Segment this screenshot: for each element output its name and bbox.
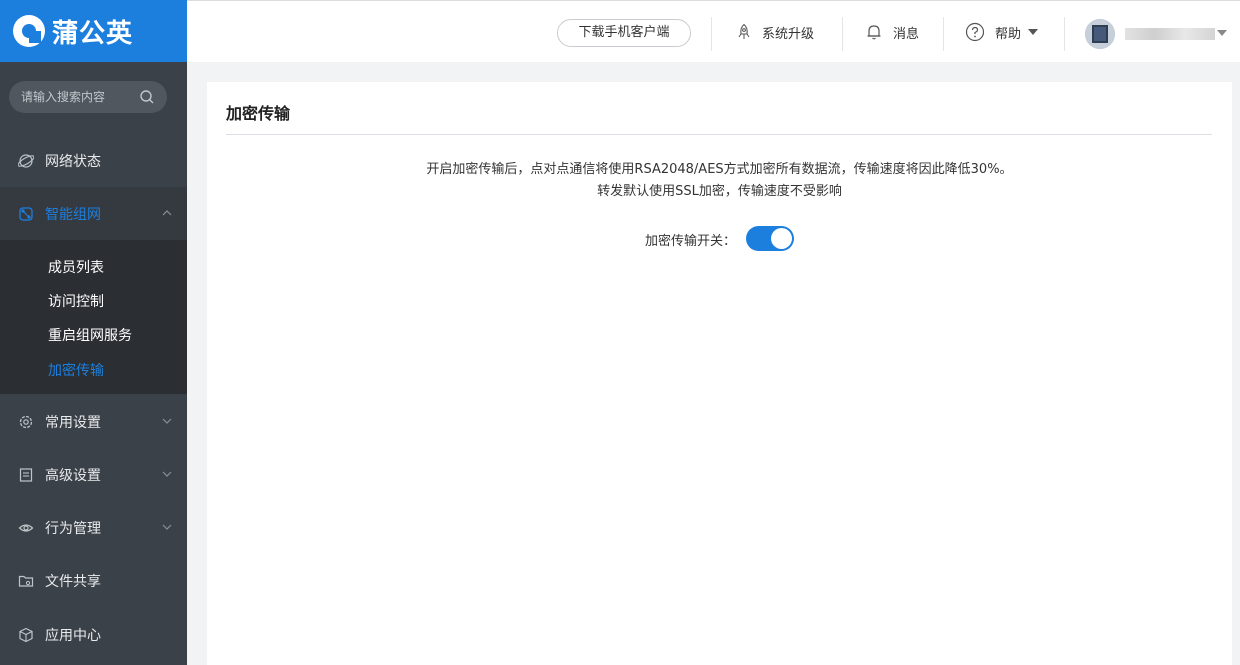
brand-name: 蒲公英 xyxy=(52,18,134,49)
help-label: 帮助 xyxy=(995,26,1022,42)
bell-icon xyxy=(867,25,881,40)
sidebar-item-label: 智能组网 xyxy=(45,206,101,223)
folder-icon xyxy=(18,573,34,589)
avatar[interactable] xyxy=(1085,19,1115,49)
chevron-down-icon xyxy=(162,471,172,477)
globe-icon xyxy=(18,153,34,169)
divider xyxy=(711,17,712,51)
sidebar-search xyxy=(9,81,167,113)
search-icon[interactable] xyxy=(139,89,155,105)
sidebar-item-file-sharing[interactable]: 文件共享 xyxy=(0,554,187,607)
main-card: 加密传输 开启加密传输后，点对点通信将使用RSA2048/AES方式加密所有数据… xyxy=(207,82,1232,665)
download-app-button[interactable]: 下载手机客户端 xyxy=(557,19,691,47)
brand-logo[interactable]: 蒲公英 xyxy=(0,0,187,62)
cube-icon xyxy=(18,627,34,643)
system-upgrade-button[interactable]: 系统升级 xyxy=(736,1,814,63)
messages-button[interactable]: 消息 xyxy=(865,1,919,63)
sidebar-item-smart-network[interactable]: 智能组网 xyxy=(0,187,187,240)
submenu-item-access-control[interactable]: 访问控制 xyxy=(48,291,104,311)
help-dropdown[interactable]: 帮助 xyxy=(965,1,1039,63)
sidebar-item-label: 常用设置 xyxy=(45,414,101,431)
divider xyxy=(842,17,843,51)
sidebar-item-label: 网络状态 xyxy=(45,153,101,170)
eye-icon xyxy=(18,520,34,536)
description-line-2: 转发默认使用SSL加密，传输速度不受影响 xyxy=(597,184,842,199)
submenu-item-member-list[interactable]: 成员列表 xyxy=(48,257,104,277)
rocket-icon xyxy=(738,23,750,39)
sidebar-item-network-status[interactable]: 网络状态 xyxy=(0,134,187,187)
help-circle-icon xyxy=(965,22,985,42)
caret-down-icon xyxy=(1028,29,1039,35)
title-divider xyxy=(226,134,1212,135)
sidebar: 蒲公英 网络状态 智能组网 成员列表 访问控制 重启组网服务 加密传输 常用设置 xyxy=(0,0,187,665)
sidebar-item-advanced-settings[interactable]: 高级设置 xyxy=(0,448,187,501)
system-upgrade-label: 系统升级 xyxy=(762,26,815,42)
router-icon xyxy=(1085,19,1115,49)
search-input[interactable] xyxy=(21,90,131,104)
encryption-switch-label: 加密传输开关： xyxy=(645,234,737,249)
sidebar-item-label: 应用中心 xyxy=(45,627,101,644)
toggle-knob xyxy=(771,228,792,249)
chevron-up-icon xyxy=(162,210,172,216)
messages-label: 消息 xyxy=(893,26,920,42)
gear-icon xyxy=(18,414,34,430)
caret-down-icon[interactable] xyxy=(1217,29,1227,37)
sidebar-item-label: 文件共享 xyxy=(45,573,101,590)
chevron-down-icon xyxy=(162,524,172,530)
chevron-down-icon xyxy=(162,418,172,424)
encryption-toggle[interactable] xyxy=(746,226,794,251)
submenu-item-encrypted-transfer[interactable]: 加密传输 xyxy=(48,360,104,380)
submenu-smart-network: 成员列表 访问控制 重启组网服务 加密传输 xyxy=(0,240,187,394)
sidebar-item-common-settings[interactable]: 常用设置 xyxy=(0,395,187,448)
logo-icon xyxy=(13,15,45,47)
document-icon xyxy=(18,467,34,483)
page-title: 加密传输 xyxy=(226,104,291,123)
description-line-1: 开启加密传输后，点对点通信将使用RSA2048/AES方式加密所有数据流，传输速… xyxy=(426,162,1013,177)
top-header: 下载手机客户端 系统升级 消息 帮助 xyxy=(187,0,1240,62)
submenu-item-restart-service[interactable]: 重启组网服务 xyxy=(48,325,132,345)
sidebar-item-behavior-management[interactable]: 行为管理 xyxy=(0,501,187,554)
sidebar-item-label: 高级设置 xyxy=(45,467,101,484)
sidebar-item-app-center[interactable]: 应用中心 xyxy=(0,608,187,661)
sidebar-item-label: 行为管理 xyxy=(45,520,101,537)
network-icon xyxy=(18,206,34,222)
user-name-blurred[interactable] xyxy=(1125,28,1215,40)
divider xyxy=(1064,17,1065,51)
divider xyxy=(943,17,944,51)
